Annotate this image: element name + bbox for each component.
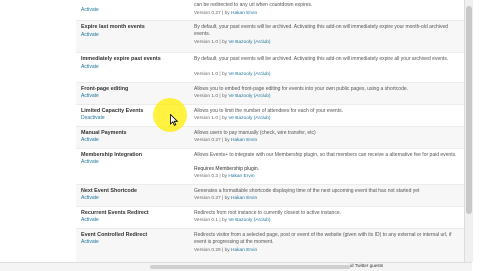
author-link[interactable]: Ve Bazooly (Arclub) xyxy=(228,94,270,99)
addon-description: Redirects visitor from a selected page, … xyxy=(194,232,452,245)
addon-description: Allows users to pay manually (check, wir… xyxy=(194,130,316,136)
addon-name: Event Controlled Redirect xyxy=(81,232,148,238)
bottom-status-text: id Twitter guests xyxy=(350,263,384,268)
addon-meta: Version 0.3 | by Hakan Ervin xyxy=(194,174,255,179)
addon-meta: Version 1.0 | by Ve Bazooly (Arclub) xyxy=(194,72,271,77)
activate-link[interactable]: Activate xyxy=(81,195,187,201)
author-link[interactable]: Ve Bazooly (Arclub) xyxy=(228,40,270,45)
plugins-screen: Activate can be redirected to any url wh… xyxy=(0,0,480,271)
author-link[interactable]: Hakan Ervin xyxy=(231,11,257,16)
activate-link[interactable]: Activate xyxy=(81,64,187,70)
addon-description: By default, your past events will be arc… xyxy=(194,24,449,37)
addon-version: Version 1.0 xyxy=(194,72,219,77)
addon-meta: Version 0.27 | by Hakan Ervin xyxy=(194,196,258,201)
addon-row: Front-page editing Activate Allows you t… xyxy=(76,82,464,105)
addon-meta: Version 1.0 | by Ve Bazooly (Arclub) xyxy=(194,94,271,99)
addon-version: Version 1.0 xyxy=(194,94,219,99)
addon-row: Activate can be redirected to any url wh… xyxy=(76,0,464,21)
activate-link[interactable]: Activate xyxy=(81,32,187,38)
addon-version: Version 0.29 xyxy=(194,248,221,253)
author-link[interactable]: Ve Bazooly (Arclub) xyxy=(228,116,270,121)
addon-version: Version 1.0 xyxy=(194,116,219,121)
left-gutter xyxy=(0,0,76,270)
addon-meta: Version 0.29 | by Hakan Ervin xyxy=(194,248,258,253)
addon-description: By default, your past events will be arc… xyxy=(194,56,449,62)
addon-name: Next Event Shortcode xyxy=(81,188,138,194)
addon-version: Version 1.0 xyxy=(194,40,219,45)
addon-row: Immediately expire past events Activate … xyxy=(76,52,464,83)
addons-table: Activate can be redirected to any url wh… xyxy=(76,0,464,270)
addon-meta: Version 0.27 | by Hakan Ervin xyxy=(194,138,258,143)
vertical-scrollbar[interactable] xyxy=(464,0,473,262)
activate-link[interactable]: Activate xyxy=(81,159,187,165)
addon-row: Limited Capacity Events Deactivate Allow… xyxy=(76,104,464,127)
addon-version: Version 0.3 xyxy=(194,174,219,179)
addon-meta: Version 1.0 | by Ve Bazooly (Arclub) xyxy=(194,116,271,121)
activate-link[interactable]: Activate xyxy=(81,137,187,143)
addon-name: Front-page editing xyxy=(81,86,129,92)
activate-link[interactable]: Activate xyxy=(81,7,187,13)
author-link[interactable]: Hakan Ervin xyxy=(231,248,257,253)
addon-requirement: Requires Membership plugin. xyxy=(194,166,260,172)
addon-meta: Version 0.27 | by Hakan Ervin xyxy=(194,11,258,16)
addon-version: Version 0.27 xyxy=(194,138,221,143)
addon-description: Generates a formattable shortcode displa… xyxy=(194,188,420,194)
addon-description: Allows you to embed front-page editing f… xyxy=(194,86,409,92)
addon-row: Manual Payments Activate Allows users to… xyxy=(76,126,464,149)
author-link[interactable]: Hakan Ervin xyxy=(231,196,257,201)
activate-link[interactable]: Activate xyxy=(81,239,187,245)
addon-name: Expire last month events xyxy=(81,24,145,30)
addon-version: Version 0.27 xyxy=(194,196,221,201)
addon-name: Immediately expire past events xyxy=(81,56,161,62)
author-link[interactable]: Ve Bazooly (Arclub) xyxy=(228,72,270,77)
addon-meta: Version 1.0 | by Ve Bazooly (Arclub) xyxy=(194,40,271,45)
addon-description: Allows you to limit the number of attend… xyxy=(194,108,343,114)
addon-version: Version 0.27 xyxy=(194,11,221,16)
addon-row: Membership Integration Activate Allows E… xyxy=(76,148,464,185)
addon-row: Recurrent Events Redirect Activate Redir… xyxy=(76,206,464,229)
addon-description: can be redirected to any url when countd… xyxy=(194,2,313,8)
addon-row: Expire last month events Activate By def… xyxy=(76,20,464,53)
activate-link[interactable]: Activate xyxy=(81,217,187,223)
addon-row: Event Controlled Redirect Activate Redir… xyxy=(76,228,464,263)
author-link[interactable]: Hakan Ervin xyxy=(231,138,257,143)
addon-name: Membership Integration xyxy=(81,152,143,158)
addon-version: Version 0.1 xyxy=(194,218,219,223)
addon-description: Allows Events+ to integrate with our Mem… xyxy=(194,152,457,158)
addon-name: Recurrent Events Redirect xyxy=(81,210,149,216)
addon-meta: Version 0.1 | by Ve Bazooly (Arclub) xyxy=(194,218,271,223)
mouse-pointer-icon xyxy=(170,114,178,126)
author-link[interactable]: Ve Bazooly (Arclub) xyxy=(228,218,270,223)
addon-row: Next Event Shortcode Activate Generates … xyxy=(76,184,464,207)
addon-description: Redirects from root instance to currentl… xyxy=(194,210,342,216)
horizontal-scrollbar-thumb[interactable] xyxy=(150,265,350,269)
author-link[interactable]: Hakan Ervin xyxy=(228,174,254,179)
scrollbar-thumb[interactable] xyxy=(466,6,472,214)
